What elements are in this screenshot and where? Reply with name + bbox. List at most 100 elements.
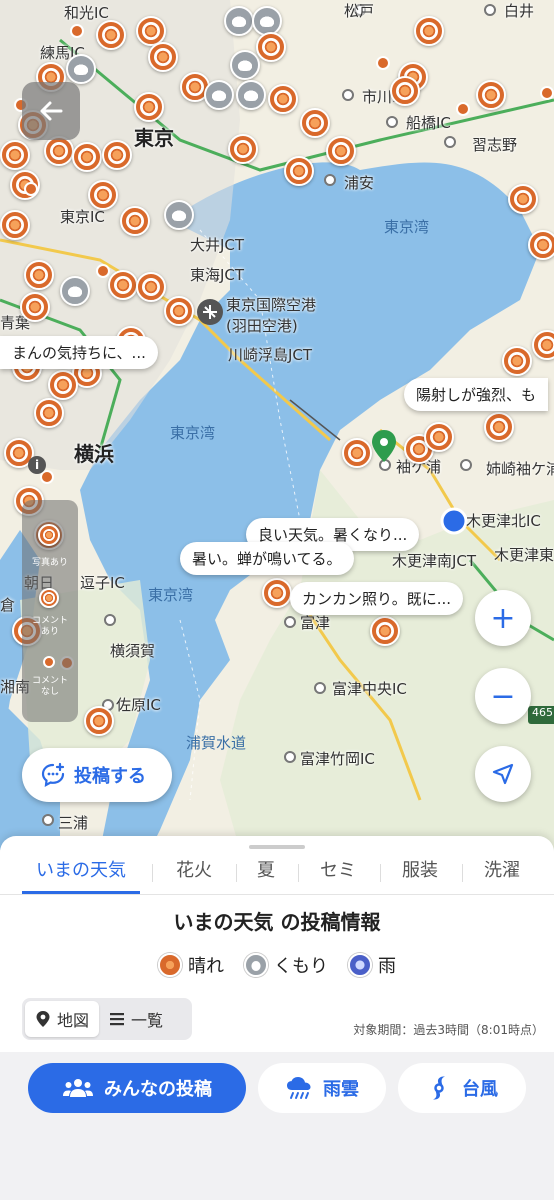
cloudy-pin[interactable]	[236, 80, 266, 110]
cloudy-pin[interactable]	[66, 54, 96, 84]
sun-icon	[102, 26, 120, 44]
zoom-out-button[interactable]: −	[475, 668, 531, 724]
legend-rain: 雨	[348, 952, 396, 978]
comment-bubble[interactable]: カンカン照り。既に...	[290, 582, 464, 615]
photo-marker-icon	[38, 524, 60, 546]
sunny-pin[interactable]	[84, 706, 114, 736]
place-label: 木更津北IC	[466, 512, 541, 530]
view-toggle: 地図 一覧	[22, 998, 192, 1040]
info-icon[interactable]: i	[28, 456, 46, 474]
sunny-pin[interactable]	[24, 260, 54, 290]
period-note: 対象期間：過去3時間（8:01時点）	[353, 1023, 544, 1037]
place-label: 佐原IC	[116, 696, 161, 714]
sunny-pin[interactable]	[148, 42, 178, 72]
cloudy-pin[interactable]	[204, 80, 234, 110]
sunny-pin[interactable]	[136, 272, 166, 302]
map-view[interactable]: 和光IC 練馬IC 東京 松戸 白井 市川IC 船橋IC 習志野 浦安 東京湾 …	[0, 0, 554, 850]
sun-icon	[140, 98, 158, 116]
cloud-icon	[210, 89, 228, 101]
typhoon-icon	[433, 1076, 445, 1100]
tab-summer[interactable]: 夏	[246, 856, 286, 894]
sunny-pin[interactable]	[390, 76, 420, 106]
sunny-pin[interactable]	[228, 134, 258, 164]
people-icon	[63, 1079, 93, 1097]
arrow-left-icon	[40, 101, 63, 121]
comment-bubble[interactable]: 陽射しが強烈、も	[404, 378, 549, 411]
sunny-pin[interactable]	[508, 184, 538, 214]
legend-photo-label: 写真あり	[31, 558, 68, 568]
place-label: 東京	[134, 126, 174, 150]
sunny-pin[interactable]	[256, 32, 286, 62]
comment-bubble[interactable]: 暑い。蝉が鳴いてる。	[180, 542, 354, 575]
sunny-pin[interactable]	[268, 84, 298, 114]
sunny-dot[interactable]	[96, 264, 110, 278]
sun-icon	[26, 298, 44, 316]
locate-button[interactable]	[475, 746, 531, 802]
sunny-pin[interactable]	[164, 296, 194, 326]
sun-icon	[6, 216, 24, 234]
sunny-pin[interactable]	[20, 292, 50, 322]
sunny-pin[interactable]	[44, 136, 74, 166]
sunny-pin[interactable]	[262, 578, 292, 608]
sunny-pin[interactable]	[342, 438, 372, 468]
zoom-in-button[interactable]: +	[475, 590, 531, 646]
tab-cicada[interactable]: セミ	[308, 856, 368, 894]
sunny-pin[interactable]	[120, 206, 150, 236]
comment-marker-icon	[39, 588, 59, 608]
map-view-option[interactable]: 地図	[25, 1001, 100, 1037]
place-label: 富津竹岡IC	[300, 750, 375, 768]
sunny-pin[interactable]	[476, 80, 506, 110]
sunny-pin[interactable]	[72, 142, 102, 172]
tab-clothing[interactable]: 服装	[390, 856, 450, 894]
cloudy-pin[interactable]	[224, 6, 254, 36]
post-button[interactable]: 投稿する	[22, 748, 172, 802]
place-label: 富津	[300, 614, 331, 632]
sunny-pin[interactable]	[370, 616, 400, 646]
place-label: 富津中央IC	[332, 680, 407, 698]
sunny-pin[interactable]	[102, 140, 132, 170]
sunny-pin[interactable]	[0, 140, 30, 170]
topic-tabs: いまの天気 花火 夏 セミ 服装 洗濯	[0, 856, 554, 898]
tab-fireworks[interactable]: 花火	[164, 856, 224, 894]
sunny-dot[interactable]	[456, 102, 470, 116]
sunny-dot[interactable]	[376, 56, 390, 70]
cloudy-pin[interactable]	[230, 50, 260, 80]
list-view-option[interactable]: 一覧	[99, 1001, 173, 1037]
sunny-pin[interactable]	[502, 346, 532, 376]
sunny-pin[interactable]	[48, 370, 78, 400]
tab-current-weather[interactable]: いまの天気	[22, 856, 140, 894]
sunny-pin[interactable]	[284, 156, 314, 186]
sunny-pin[interactable]	[484, 412, 514, 442]
typhoon-button[interactable]: 台風	[398, 1063, 526, 1113]
legend-no-comment-label: コメントなし	[31, 676, 68, 697]
sunny-pin[interactable]	[532, 330, 554, 360]
sunny-pin[interactable]	[108, 270, 138, 300]
no-comment-marker-icon	[43, 656, 55, 668]
sunny-pin[interactable]	[0, 210, 30, 240]
sun-icon	[430, 428, 448, 446]
weather-legend: 晴れ くもり 雨	[0, 950, 554, 980]
sunny-pin[interactable]	[424, 422, 454, 452]
sunny-dot[interactable]	[540, 86, 554, 100]
cloud-icon	[236, 59, 254, 71]
sunny-pin[interactable]	[134, 92, 164, 122]
tab-laundry[interactable]: 洗濯	[472, 856, 532, 894]
community-posts-button[interactable]: みんなの投稿	[28, 1063, 246, 1113]
sunny-pin[interactable]	[96, 20, 126, 50]
rain-cloud-button[interactable]: 雨雲	[258, 1063, 386, 1113]
sunny-pin[interactable]	[414, 16, 444, 46]
sheet-drag-handle[interactable]	[249, 845, 305, 849]
sunny-dot[interactable]	[70, 24, 84, 38]
comment-bubble[interactable]: まんの気持ちに、...	[0, 336, 158, 369]
legend-sunny-label: 晴れ	[188, 956, 224, 977]
sunny-dot[interactable]	[24, 182, 38, 196]
sun-icon	[170, 302, 188, 320]
sunny-pin[interactable]	[34, 398, 64, 428]
back-button[interactable]	[22, 82, 80, 140]
cloudy-pin[interactable]	[60, 276, 90, 306]
cloudy-pin[interactable]	[164, 200, 194, 230]
sunny-pin[interactable]	[528, 230, 554, 260]
sunny-pin[interactable]	[88, 180, 118, 210]
sunny-pin[interactable]	[326, 136, 356, 166]
sunny-pin[interactable]	[300, 108, 330, 138]
